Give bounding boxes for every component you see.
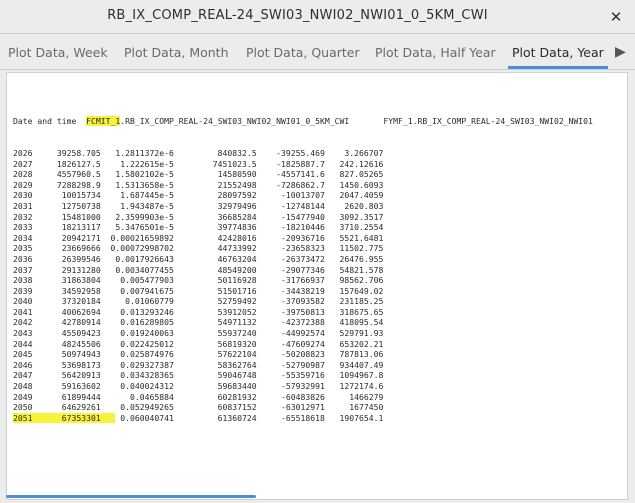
row-year: 2041 40062694	[13, 306, 101, 317]
table-row: 2049 61899444 0.0465884 60281932 -604838…	[13, 392, 593, 403]
close-icon[interactable]: ✕	[607, 8, 625, 26]
row-year: 2038 31863804	[13, 275, 101, 286]
table-row: 2037 29131280 0.0034077455 48549200 -290…	[13, 265, 593, 276]
row-year: 2044 48245506	[13, 338, 101, 349]
table-row: 2035 23669666 0.00072998702 44733992 -23…	[13, 243, 593, 254]
row-values: 1.5802102e-5 14580590 -4557141.6 827.052…	[100, 169, 384, 180]
highlighted-row-marker: 2051 67353301	[13, 412, 116, 423]
table-row: 2029 7288298.9 1.5313658e-5 21552498 -72…	[13, 180, 593, 191]
row-year: 2045 50974943	[13, 349, 101, 360]
row-values: 0.00794l675 51501716 -34438219 157649.02	[100, 285, 384, 296]
table-row: 2050 64629261 0.052949265 60837152 -6301…	[13, 402, 593, 413]
row-year: 2034 20942171	[13, 232, 101, 243]
row-values: 0.029327387 58362764 -52790987 934407.49	[100, 359, 384, 370]
table-row: 2051 67353301 0.060040741 61360724 -6551…	[13, 412, 593, 424]
plot-data-table: Date and time FCMIT_1.RB_IX_COMP_REAL-24…	[13, 95, 593, 423]
row-year: 2029 7288298.9	[13, 179, 101, 190]
tab-plot-data-quarter[interactable]: Plot Data, Quarter	[246, 34, 360, 69]
row-year: 2039 34592958	[13, 285, 101, 296]
row-values: 0.0017926643 46763204 -26373472 26476.95…	[100, 253, 384, 264]
row-year: 2033 18213117	[13, 222, 101, 233]
table-row: 2043 45509423 0.019240063 55937240 -4499…	[13, 328, 593, 339]
row-values: 0.022425012 56819320 -47609274 653202.21	[100, 338, 384, 349]
row-values: 0.019240063 55937240 -44992574 529791.93	[100, 328, 384, 339]
row-year: 2040 37320184	[13, 296, 101, 307]
row-values: 0.005477903 50116928 -31766937 98562.706	[100, 275, 384, 286]
table-row: 2041 40062694 0.013293246 53912052 -3975…	[13, 307, 593, 318]
row-values: 0.01060779 52759492 -37093582 231185.25	[100, 296, 384, 307]
table-row: 2046 53698173 0.029327387 58362764 -5279…	[13, 360, 593, 371]
table-row: 2044 48245506 0.022425012 56819320 -4760…	[13, 339, 593, 350]
row-year: 2048 59163602	[13, 381, 101, 392]
row-values: 0.034328365 59046748 -55359716 1094967.8	[100, 370, 384, 381]
row-values: 0.052949265 60837152 -63012971 1677450	[100, 402, 384, 413]
row-values: 0.00021659892 42428016 -20936716 5521.64…	[100, 232, 384, 243]
row-year: 2030 10015734	[13, 190, 101, 201]
table-row: 2039 34592958 0.00794l675 51501716 -3443…	[13, 286, 593, 297]
window-titlebar: RB_IX_COMP_REAL-24_SWI03_NWI02_NWI01_0_5…	[0, 0, 635, 34]
row-year: 2026 39258.705	[13, 147, 101, 158]
table-row: 2042 42780914 0.016289805 54971132 -4237…	[13, 317, 593, 328]
tab-plot-data-half-year[interactable]: Plot Data, Half Year	[375, 34, 496, 69]
row-year: 2036 26399546	[13, 253, 101, 264]
table-row: 2032 15481000 2.3599903e-5 36685284 -154…	[13, 212, 593, 223]
row-values: 1.222615e-5 7451023.5 -1825887.7 242.126…	[100, 158, 384, 169]
header-date-time: Date and time	[13, 116, 77, 127]
row-values: 0.040024312 59683440 -57932991 1272174.6	[100, 381, 384, 392]
header-fcmit-highlight: FCMIT_1	[86, 116, 121, 127]
row-year: 2037 29131280	[13, 264, 101, 275]
header-fcmit-rest: .RB_IX_COMP_REAL-24_SWI03_NWI02_NWI01_0_…	[120, 116, 350, 127]
row-values: 0.060040741 61360724 -65518618 1907654.1	[115, 412, 384, 423]
table-header-row: Date and time FCMIT_1.RB_IX_COMP_REAL-24…	[13, 116, 593, 127]
row-values: 1.5313658e-5 21552498 -7286862.7 1450.60…	[100, 179, 384, 190]
table-row: 2028 4557960.5 1.5802102e-5 14580590 -45…	[13, 169, 593, 180]
row-values: 1.2811372e-6 840832.5 -39255.469 3.26670…	[100, 147, 384, 158]
tab-scroll-right-icon[interactable]: ▶	[615, 44, 626, 60]
table-row: 2038 31863804 0.005477903 50116928 -3176…	[13, 275, 593, 286]
row-values: 0.025874976 57622104 -50208823 787813.06	[100, 349, 384, 360]
table-row: 2047 56420913 0.034328365 59046748 -5535…	[13, 370, 593, 381]
table-row: 2026 39258.705 1.2811372e-6 840832.5 -39…	[13, 148, 593, 159]
table-row: 2045 50974943 0.025874976 57622104 -5020…	[13, 349, 593, 360]
row-values: 0.0034077455 48549200 -29077346 54821.57…	[100, 264, 384, 275]
row-year: 2043 45509423	[13, 328, 101, 339]
table-row: 2030 10015734 1.687445e-5 28097592 -1001…	[13, 190, 593, 201]
row-year: 2031 12750738	[13, 200, 101, 211]
horizontal-scrollbar[interactable]	[6, 495, 256, 498]
window-title: RB_IX_COMP_REAL-24_SWI03_NWI02_NWI01_0_5…	[107, 8, 488, 23]
table-row: 2048 59163602 0.040024312 59683440 -5793…	[13, 381, 593, 392]
row-values: 5.3476501e-5 39774836 -18210446 3710.255…	[100, 222, 384, 233]
tab-bar: Plot Data, Week Plot Data, Month Plot Da…	[0, 34, 635, 70]
row-year: 2049 61899444	[13, 391, 101, 402]
plot-data-text-area[interactable]: Date and time FCMIT_1.RB_IX_COMP_REAL-24…	[6, 72, 628, 500]
row-values: 0.013293246 53912052 -39750813 318675.65	[100, 306, 384, 317]
tab-plot-data-week[interactable]: Plot Data, Week	[8, 34, 108, 69]
table-row: 2031 12750738 1.943487e-5 32979496 -1274…	[13, 201, 593, 212]
row-values: 0.0465884 60281932 -60483826 1466279	[100, 391, 384, 402]
header-fymf: FYMF_1.RB_IX_COMP_REAL-24_SWI03_NWI02_NW…	[383, 116, 593, 127]
table-row: 2040 37320184 0.01060779 52759492 -37093…	[13, 296, 593, 307]
row-year: 2027 1826127.5	[13, 158, 101, 169]
row-values: 1.943487e-5 32979496 -12748144 2620.803	[100, 200, 384, 211]
row-year: 2035 23669666	[13, 243, 101, 254]
row-values: 0.016289805 54971132 -42372388 418095.54	[100, 317, 384, 328]
row-values: 2.3599903e-5 36685284 -15477940 3092.351…	[100, 211, 384, 222]
row-year: 2032 15481000	[13, 211, 101, 222]
table-row: 2027 1826127.5 1.222615e-5 7451023.5 -18…	[13, 159, 593, 170]
row-values: 0.00072998702 44733992 -23658323 11502.7…	[100, 243, 384, 254]
row-year: 2042 42780914	[13, 317, 101, 328]
row-year: 2050 64629261	[13, 402, 101, 413]
row-values: 1.687445e-5 28097592 -10013707 2047.4059	[100, 190, 384, 201]
table-row: 2033 18213117 5.3476501e-5 39774836 -182…	[13, 222, 593, 233]
row-year: 2028 4557960.5	[13, 169, 101, 180]
tab-plot-data-month[interactable]: Plot Data, Month	[124, 34, 229, 69]
table-row: 2036 26399546 0.0017926643 46763204 -263…	[13, 254, 593, 265]
row-year: 2047 56420913	[13, 370, 101, 381]
tab-plot-data-year[interactable]: Plot Data, Year	[508, 34, 608, 69]
row-year: 2046 53698173	[13, 359, 101, 370]
table-row: 2034 20942171 0.00021659892 42428016 -20…	[13, 233, 593, 244]
